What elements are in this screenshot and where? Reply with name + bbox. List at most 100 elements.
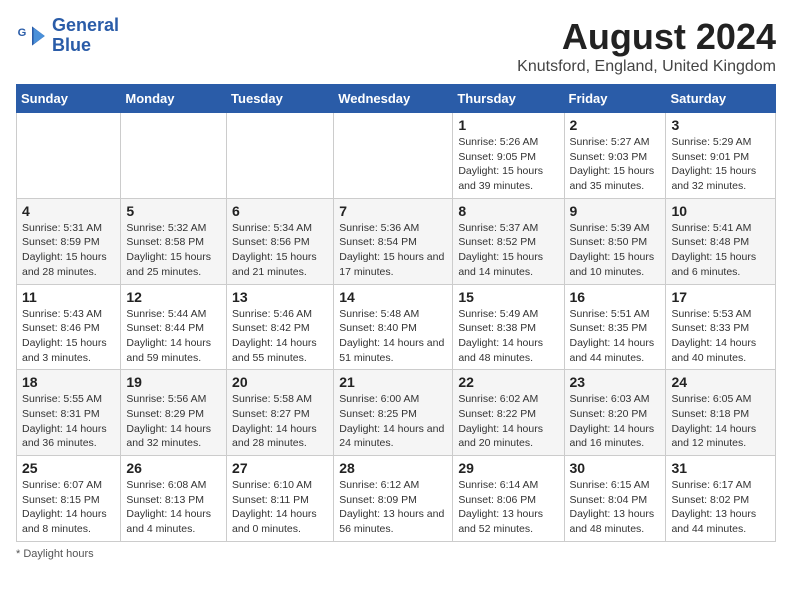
day-cell: 19 Sunrise: 5:56 AMSunset: 8:29 PMDaylig…: [121, 370, 227, 456]
day-info: Sunrise: 5:32 AMSunset: 8:58 PMDaylight:…: [126, 221, 221, 280]
day-cell: 13 Sunrise: 5:46 AMSunset: 8:42 PMDaylig…: [227, 284, 334, 370]
col-header-tuesday: Tuesday: [227, 85, 334, 113]
logo-text: General Blue: [52, 16, 119, 56]
col-header-sunday: Sunday: [17, 85, 121, 113]
week-row-1: 1 Sunrise: 5:26 AMSunset: 9:05 PMDayligh…: [17, 113, 776, 199]
logo-line2: Blue: [52, 36, 119, 56]
calendar-header-row: SundayMondayTuesdayWednesdayThursdayFrid…: [17, 85, 776, 113]
day-info: Sunrise: 5:51 AMSunset: 8:35 PMDaylight:…: [570, 307, 661, 366]
day-cell: 22 Sunrise: 6:02 AMSunset: 8:22 PMDaylig…: [453, 370, 564, 456]
day-number: 14: [339, 289, 447, 305]
day-info: Sunrise: 5:55 AMSunset: 8:31 PMDaylight:…: [22, 392, 115, 451]
svg-text:G: G: [18, 27, 27, 39]
day-number: 26: [126, 460, 221, 476]
day-number: 30: [570, 460, 661, 476]
day-cell: 3 Sunrise: 5:29 AMSunset: 9:01 PMDayligh…: [666, 113, 776, 199]
day-cell: 2 Sunrise: 5:27 AMSunset: 9:03 PMDayligh…: [564, 113, 666, 199]
day-info: Sunrise: 6:12 AMSunset: 8:09 PMDaylight:…: [339, 478, 447, 537]
day-number: 6: [232, 203, 328, 219]
day-cell: 12 Sunrise: 5:44 AMSunset: 8:44 PMDaylig…: [121, 284, 227, 370]
day-number: 2: [570, 117, 661, 133]
day-info: Sunrise: 5:48 AMSunset: 8:40 PMDaylight:…: [339, 307, 447, 366]
day-info: Sunrise: 5:39 AMSunset: 8:50 PMDaylight:…: [570, 221, 661, 280]
day-cell: [17, 113, 121, 199]
day-number: 21: [339, 374, 447, 390]
week-row-3: 11 Sunrise: 5:43 AMSunset: 8:46 PMDaylig…: [17, 284, 776, 370]
day-info: Sunrise: 6:15 AMSunset: 8:04 PMDaylight:…: [570, 478, 661, 537]
day-number: 18: [22, 374, 115, 390]
day-number: 5: [126, 203, 221, 219]
day-number: 27: [232, 460, 328, 476]
logo: G General Blue: [16, 16, 119, 56]
day-number: 19: [126, 374, 221, 390]
day-number: 17: [671, 289, 770, 305]
day-number: 15: [458, 289, 558, 305]
day-info: Sunrise: 6:02 AMSunset: 8:22 PMDaylight:…: [458, 392, 558, 451]
day-cell: 28 Sunrise: 6:12 AMSunset: 8:09 PMDaylig…: [334, 456, 453, 542]
day-cell: 7 Sunrise: 5:36 AMSunset: 8:54 PMDayligh…: [334, 198, 453, 284]
day-number: 10: [671, 203, 770, 219]
day-info: Sunrise: 5:53 AMSunset: 8:33 PMDaylight:…: [671, 307, 770, 366]
day-cell: 8 Sunrise: 5:37 AMSunset: 8:52 PMDayligh…: [453, 198, 564, 284]
month-year: August 2024: [517, 16, 776, 58]
day-cell: 1 Sunrise: 5:26 AMSunset: 9:05 PMDayligh…: [453, 113, 564, 199]
footer-note: * Daylight hours: [16, 548, 776, 560]
day-cell: [227, 113, 334, 199]
day-number: 29: [458, 460, 558, 476]
logo-line1: General: [52, 16, 119, 36]
day-cell: 29 Sunrise: 6:14 AMSunset: 8:06 PMDaylig…: [453, 456, 564, 542]
day-info: Sunrise: 5:29 AMSunset: 9:01 PMDaylight:…: [671, 135, 770, 194]
day-info: Sunrise: 5:41 AMSunset: 8:48 PMDaylight:…: [671, 221, 770, 280]
day-info: Sunrise: 6:10 AMSunset: 8:11 PMDaylight:…: [232, 478, 328, 537]
day-info: Sunrise: 6:14 AMSunset: 8:06 PMDaylight:…: [458, 478, 558, 537]
day-cell: 9 Sunrise: 5:39 AMSunset: 8:50 PMDayligh…: [564, 198, 666, 284]
footer-note-text: Daylight hours: [23, 548, 93, 560]
calendar-body: 1 Sunrise: 5:26 AMSunset: 9:05 PMDayligh…: [17, 113, 776, 542]
day-number: 7: [339, 203, 447, 219]
day-cell: 6 Sunrise: 5:34 AMSunset: 8:56 PMDayligh…: [227, 198, 334, 284]
calendar-table: SundayMondayTuesdayWednesdayThursdayFrid…: [16, 84, 776, 542]
day-number: 23: [570, 374, 661, 390]
day-number: 22: [458, 374, 558, 390]
day-info: Sunrise: 5:36 AMSunset: 8:54 PMDaylight:…: [339, 221, 447, 280]
day-cell: [334, 113, 453, 199]
day-number: 1: [458, 117, 558, 133]
day-cell: 5 Sunrise: 5:32 AMSunset: 8:58 PMDayligh…: [121, 198, 227, 284]
day-info: Sunrise: 5:26 AMSunset: 9:05 PMDaylight:…: [458, 135, 558, 194]
day-number: 25: [22, 460, 115, 476]
week-row-2: 4 Sunrise: 5:31 AMSunset: 8:59 PMDayligh…: [17, 198, 776, 284]
week-row-4: 18 Sunrise: 5:55 AMSunset: 8:31 PMDaylig…: [17, 370, 776, 456]
day-cell: 4 Sunrise: 5:31 AMSunset: 8:59 PMDayligh…: [17, 198, 121, 284]
day-cell: 15 Sunrise: 5:49 AMSunset: 8:38 PMDaylig…: [453, 284, 564, 370]
day-number: 8: [458, 203, 558, 219]
day-cell: 11 Sunrise: 5:43 AMSunset: 8:46 PMDaylig…: [17, 284, 121, 370]
day-cell: 24 Sunrise: 6:05 AMSunset: 8:18 PMDaylig…: [666, 370, 776, 456]
day-info: Sunrise: 5:31 AMSunset: 8:59 PMDaylight:…: [22, 221, 115, 280]
location: Knutsford, England, United Kingdom: [517, 58, 776, 76]
day-cell: 31 Sunrise: 6:17 AMSunset: 8:02 PMDaylig…: [666, 456, 776, 542]
day-info: Sunrise: 5:58 AMSunset: 8:27 PMDaylight:…: [232, 392, 328, 451]
day-cell: 14 Sunrise: 5:48 AMSunset: 8:40 PMDaylig…: [334, 284, 453, 370]
day-info: Sunrise: 6:17 AMSunset: 8:02 PMDaylight:…: [671, 478, 770, 537]
day-number: 4: [22, 203, 115, 219]
day-info: Sunrise: 5:44 AMSunset: 8:44 PMDaylight:…: [126, 307, 221, 366]
col-header-saturday: Saturday: [666, 85, 776, 113]
day-number: 11: [22, 289, 115, 305]
day-info: Sunrise: 5:43 AMSunset: 8:46 PMDaylight:…: [22, 307, 115, 366]
col-header-thursday: Thursday: [453, 85, 564, 113]
day-number: 20: [232, 374, 328, 390]
day-cell: 17 Sunrise: 5:53 AMSunset: 8:33 PMDaylig…: [666, 284, 776, 370]
week-row-5: 25 Sunrise: 6:07 AMSunset: 8:15 PMDaylig…: [17, 456, 776, 542]
day-info: Sunrise: 6:03 AMSunset: 8:20 PMDaylight:…: [570, 392, 661, 451]
day-info: Sunrise: 6:05 AMSunset: 8:18 PMDaylight:…: [671, 392, 770, 451]
day-cell: 23 Sunrise: 6:03 AMSunset: 8:20 PMDaylig…: [564, 370, 666, 456]
day-cell: 26 Sunrise: 6:08 AMSunset: 8:13 PMDaylig…: [121, 456, 227, 542]
day-cell: 10 Sunrise: 5:41 AMSunset: 8:48 PMDaylig…: [666, 198, 776, 284]
day-info: Sunrise: 5:46 AMSunset: 8:42 PMDaylight:…: [232, 307, 328, 366]
logo-icon: G: [16, 20, 48, 52]
col-header-friday: Friday: [564, 85, 666, 113]
day-number: 28: [339, 460, 447, 476]
page-header: G General Blue August 2024 Knutsford, En…: [16, 16, 776, 76]
day-number: 16: [570, 289, 661, 305]
day-cell: 16 Sunrise: 5:51 AMSunset: 8:35 PMDaylig…: [564, 284, 666, 370]
